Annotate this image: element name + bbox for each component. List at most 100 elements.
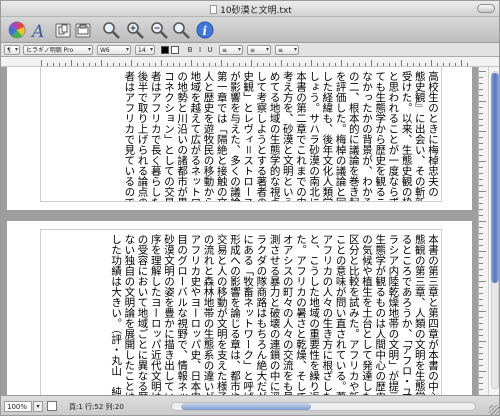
underline-icon[interactable]: U [205, 45, 215, 55]
page2-column: 態観の第三章、人類の文明を生態学的 [413, 234, 426, 395]
svg-text:A: A [30, 22, 44, 40]
page-2-text[interactable]: 本書の第三章と第四章が本書の中心部分 態観の第三章、人類の文明を生態学的 るとこ… [43, 234, 439, 395]
ruler-tick [359, 63, 360, 66]
text-frame-2: 本書の第三章と第四章が本書の中心部分 態観の第三章、人類の文明を生態学的 るとこ… [40, 229, 442, 395]
page2-column: 序を理解したヨーロッパ近代文明は、そ [149, 234, 162, 395]
ruler-tick [41, 60, 42, 66]
page-layout-icon[interactable] [47, 401, 57, 411]
page2-column: の気候や植生を土台として発達した文明 [360, 234, 373, 395]
ruler-tick [143, 63, 144, 66]
ruler-tick [479, 341, 486, 342]
ruler-tick [479, 281, 486, 282]
ruler-tick [401, 60, 402, 66]
ruler-tick [479, 203, 483, 204]
ruler-tick [479, 359, 483, 360]
vertical-scrollbar[interactable] [478, 67, 499, 395]
ruler-tick [59, 63, 60, 66]
ruler-tick [371, 60, 372, 66]
zoom-icon[interactable] [101, 20, 121, 40]
zoom-reset-icon[interactable] [171, 20, 191, 40]
page2-column: 形成への影響を論じる章は、都市や国家 [228, 234, 241, 395]
page1-column: 後半で取り上げられる論点の数々は [136, 71, 149, 201]
ruler-tick [245, 63, 246, 66]
line-spacing-select[interactable]: ≡ [219, 45, 243, 55]
ruler-tick [365, 63, 366, 66]
paragraph-style-select[interactable]: ¶ [4, 45, 20, 55]
list-style-select[interactable]: ≡ [275, 45, 299, 55]
ruler-tick [431, 60, 432, 66]
ruler-tick [425, 63, 426, 66]
italic-icon[interactable]: I [195, 45, 205, 55]
ruler-tick [101, 60, 102, 66]
ruler-tick [479, 233, 483, 234]
page2-column: ラクダの隊商路はもちろん絶大だが、 [255, 234, 268, 395]
ruler-tick [209, 63, 210, 66]
ruler-tick [479, 293, 483, 294]
ruler-tick [269, 63, 270, 66]
paste-icon[interactable] [73, 20, 93, 40]
window-title: 10砂漠と文明.txt [1, 3, 499, 16]
alignment-select[interactable]: ≡ [247, 45, 271, 55]
info-icon[interactable]: i [195, 20, 215, 40]
background-color-swatch[interactable] [171, 46, 179, 54]
zoom-field[interactable]: 100% [4, 401, 32, 412]
ruler-tick [479, 245, 483, 246]
bold-icon[interactable]: B [185, 45, 195, 55]
ruler-tick [479, 287, 483, 288]
ruler-tick [77, 63, 78, 66]
toolbar-toggle-button[interactable] [477, 4, 495, 13]
zoom-in-icon[interactable] [125, 20, 145, 40]
zoom-out-icon[interactable] [149, 20, 169, 40]
ruler-tick [479, 389, 483, 390]
font-size-select[interactable]: 14 [135, 45, 155, 55]
ruler-tick [467, 63, 468, 66]
ruler-tick [461, 60, 462, 66]
horizontal-ruler [1, 57, 499, 67]
page2-column: アフリカの人々の生き方に根ざした視点 [321, 234, 334, 395]
vertical-scroll-thumb[interactable] [491, 73, 499, 283]
ruler-tick [479, 371, 486, 372]
document-area[interactable]: 高校生のときに梅棹忠夫の『文明の生 態史観』に出会い、その斬新な切り口に 受けた… [1, 67, 478, 395]
ruler-tick [203, 63, 204, 66]
ruler-tick [479, 179, 483, 180]
ruler-tick [197, 63, 198, 66]
page2-column: した功績は大きい。（評・丸山 純） [110, 234, 123, 395]
page2-column: 生態学が観るものは人間中心の歴史と同じ [374, 234, 387, 395]
ruler-tick [161, 60, 162, 66]
ruler-tick [479, 227, 483, 228]
ruler-tick [131, 60, 132, 66]
page1-column: 受けた。以来、生態史観の枠組みを意識 [400, 71, 413, 201]
copy-icon[interactable] [53, 20, 73, 40]
ruler-tick [479, 167, 483, 168]
zoom-dropdown-button[interactable]: ▾ [33, 401, 43, 412]
horizontal-scroll-thumb[interactable] [181, 403, 311, 410]
ruler-tick [137, 63, 138, 66]
page1-column: 態史観』に出会い、その斬新な切り口に [413, 71, 426, 201]
ruler-tick [479, 137, 483, 138]
toolbar: A i [1, 17, 499, 43]
ruler-tick [479, 263, 483, 264]
page1-column: 者はアフリカで見ているのである。 [123, 71, 136, 201]
ruler-tick [119, 63, 120, 66]
page1-column: 史観」とレヴィ＝ストロースの構造人類 [242, 71, 255, 201]
text-color-swatch[interactable] [161, 46, 169, 54]
ruler-tick [479, 377, 483, 378]
page2-column: ない独自の文明論を展開したことは、世 [123, 234, 136, 395]
resize-grip-icon[interactable] [489, 405, 499, 415]
page1-column: しょう。サハラ砂漠の南北における歴 [308, 71, 321, 201]
page1-column: を評価した。梅棹の議論と同じように [334, 71, 347, 201]
page-1-text[interactable]: 高校生のときに梅棹忠夫の『文明の生 態史観』に出会い、その斬新な切り口に 受けた… [43, 71, 439, 201]
page1-column: コネクション」としての交易ルート [162, 71, 175, 201]
font-a-icon[interactable]: A [29, 20, 49, 42]
font-family-select[interactable]: ヒラギノ明朝 Pro [23, 45, 93, 55]
font-weight-select[interactable]: W6 [97, 45, 131, 55]
page2-column: 測させる暴力と破壊の連鎖の中に浮かび [268, 234, 281, 395]
ruler-tick [479, 383, 483, 384]
color-palette-icon[interactable] [7, 20, 27, 40]
ruler-tick [437, 63, 438, 66]
page2-column: 交易と人の移動が文明を支えた様子を描 [215, 234, 228, 395]
ruler-tick [479, 251, 486, 252]
ruler-tick [221, 60, 222, 66]
ruler-tick [71, 60, 72, 66]
ruler-tick [479, 113, 483, 114]
